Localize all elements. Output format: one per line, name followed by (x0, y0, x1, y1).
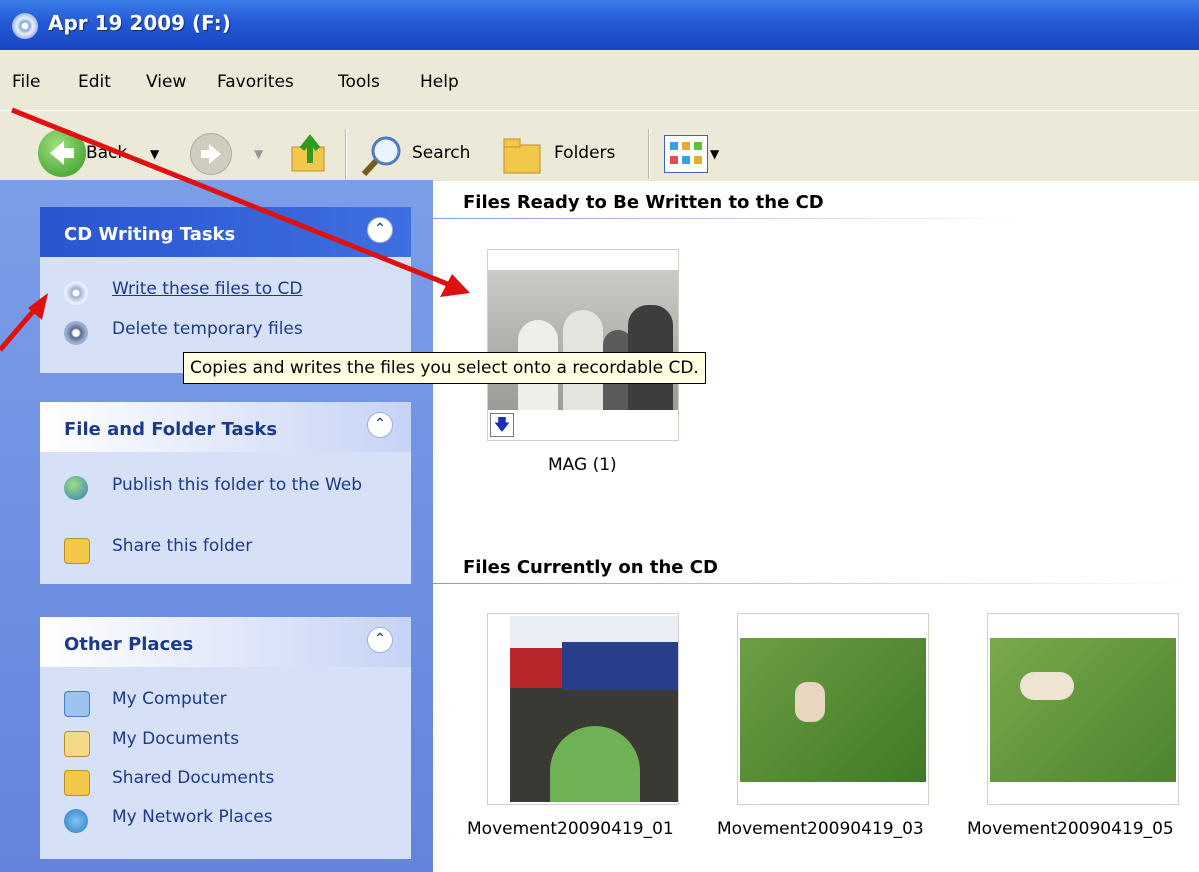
annotation-arrow-to-link (0, 306, 38, 352)
annotation-arrow-to-thumbnail (11, 107, 451, 288)
annotation-arrows (0, 107, 470, 352)
